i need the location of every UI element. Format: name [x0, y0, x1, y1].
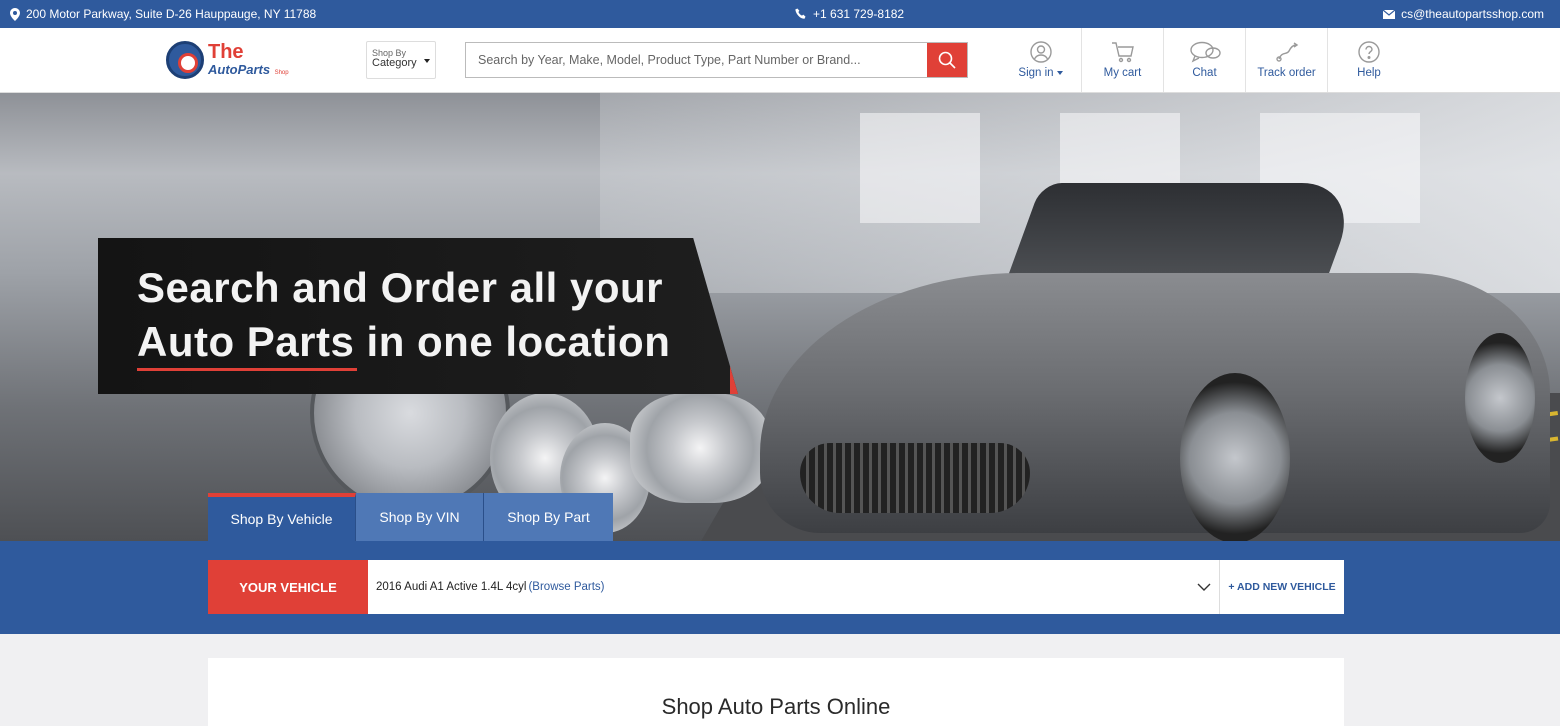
signin-button[interactable]: Sign in [1000, 28, 1082, 92]
headlight-image [630, 393, 770, 503]
signin-label: Sign in [1018, 67, 1054, 79]
phone-text[interactable]: +1 631 729-8182 [813, 7, 904, 21]
phone[interactable]: +1 631 729-8182 [795, 0, 904, 28]
shop-tabs: Shop By Vehicle Shop By VIN Shop By Part [208, 493, 613, 541]
route-icon [1275, 42, 1298, 62]
logo-mark-icon [166, 41, 204, 79]
hero-banner: Search and Order all your Auto Parts in … [0, 93, 1560, 541]
location-pin-icon [10, 7, 20, 21]
logo-text: The AutoParts Shop [208, 42, 289, 78]
tab-shop-by-vehicle[interactable]: Shop By Vehicle [208, 493, 356, 541]
tab-shop-by-part[interactable]: Shop By Part [484, 493, 613, 541]
category-select[interactable]: Shop By Category [366, 41, 436, 79]
browse-parts-link[interactable]: (Browse Parts) [528, 581, 604, 593]
address: 200 Motor Parkway, Suite D-26 Hauppauge,… [10, 0, 316, 28]
vehicle-row: YOUR VEHICLE 2016 Audi A1 Active 1.4L 4c… [208, 560, 1344, 614]
envelope-icon [1383, 9, 1396, 19]
cart-button[interactable]: My cart [1082, 28, 1164, 92]
your-vehicle-label: YOUR VEHICLE [208, 560, 368, 614]
user-icon [1029, 41, 1052, 63]
cart-label: My cart [1103, 67, 1142, 79]
category-select-value: Category [372, 57, 417, 69]
track-order-label: Track order [1257, 67, 1316, 79]
email-text[interactable]: cs@theautopartsshop.com [1401, 7, 1544, 21]
tab-shop-by-vin[interactable]: Shop By VIN [356, 493, 484, 541]
help-label: Help [1357, 67, 1381, 79]
content-card: Shop Auto Parts Online [208, 658, 1344, 726]
track-order-button[interactable]: Track order [1246, 28, 1328, 92]
car-wheel [1180, 373, 1290, 541]
email[interactable]: cs@theautopartsshop.com [1383, 0, 1544, 28]
phone-icon [795, 8, 806, 19]
address-text: 200 Motor Parkway, Suite D-26 Hauppauge,… [26, 7, 317, 21]
hero-headline: Search and Order all your Auto Parts in … [137, 261, 670, 369]
cart-icon [1111, 42, 1134, 63]
add-new-vehicle-button[interactable]: + ADD NEW VEHICLE [1220, 560, 1344, 614]
chat-button[interactable]: Chat [1164, 28, 1246, 92]
search-button[interactable] [927, 43, 967, 77]
chat-label: Chat [1192, 67, 1217, 79]
caret-down-icon [1056, 70, 1063, 75]
search-bar [465, 42, 968, 78]
hero-headline-line2: Auto Parts in one location [137, 318, 671, 365]
section-title: Shop Auto Parts Online [661, 694, 891, 719]
search-input[interactable] [466, 43, 927, 77]
help-icon [1358, 41, 1380, 63]
chat-icon [1189, 41, 1221, 63]
selected-vehicle: 2016 Audi A1 Active 1.4L 4cyl [376, 581, 527, 593]
header-nav: Sign in My cart Chat Track order Help [1000, 28, 1410, 92]
header: The AutoParts Shop Shop By Category Sign… [0, 28, 1560, 93]
car-grille [800, 443, 1030, 513]
logo-name: AutoParts [208, 62, 271, 77]
caret-down-icon [424, 59, 430, 63]
chevron-down-icon[interactable] [1197, 580, 1211, 594]
hero-underline [137, 368, 357, 371]
search-icon [938, 51, 956, 69]
hero-background-window [860, 113, 980, 223]
vehicle-select[interactable]: 2016 Audi A1 Active 1.4L 4cyl (Browse Pa… [368, 560, 1220, 614]
logo-suffix: Shop [274, 70, 289, 76]
vehicle-bar: YOUR VEHICLE 2016 Audi A1 Active 1.4L 4c… [0, 541, 1560, 634]
logo-the: The [208, 41, 244, 63]
car-wheel [1465, 333, 1535, 463]
top-info-bar: 200 Motor Parkway, Suite D-26 Hauppauge,… [0, 0, 1560, 28]
help-button[interactable]: Help [1328, 28, 1410, 92]
logo[interactable]: The AutoParts Shop [166, 40, 316, 80]
hero-headline-line1: Search and Order all your [137, 264, 664, 311]
